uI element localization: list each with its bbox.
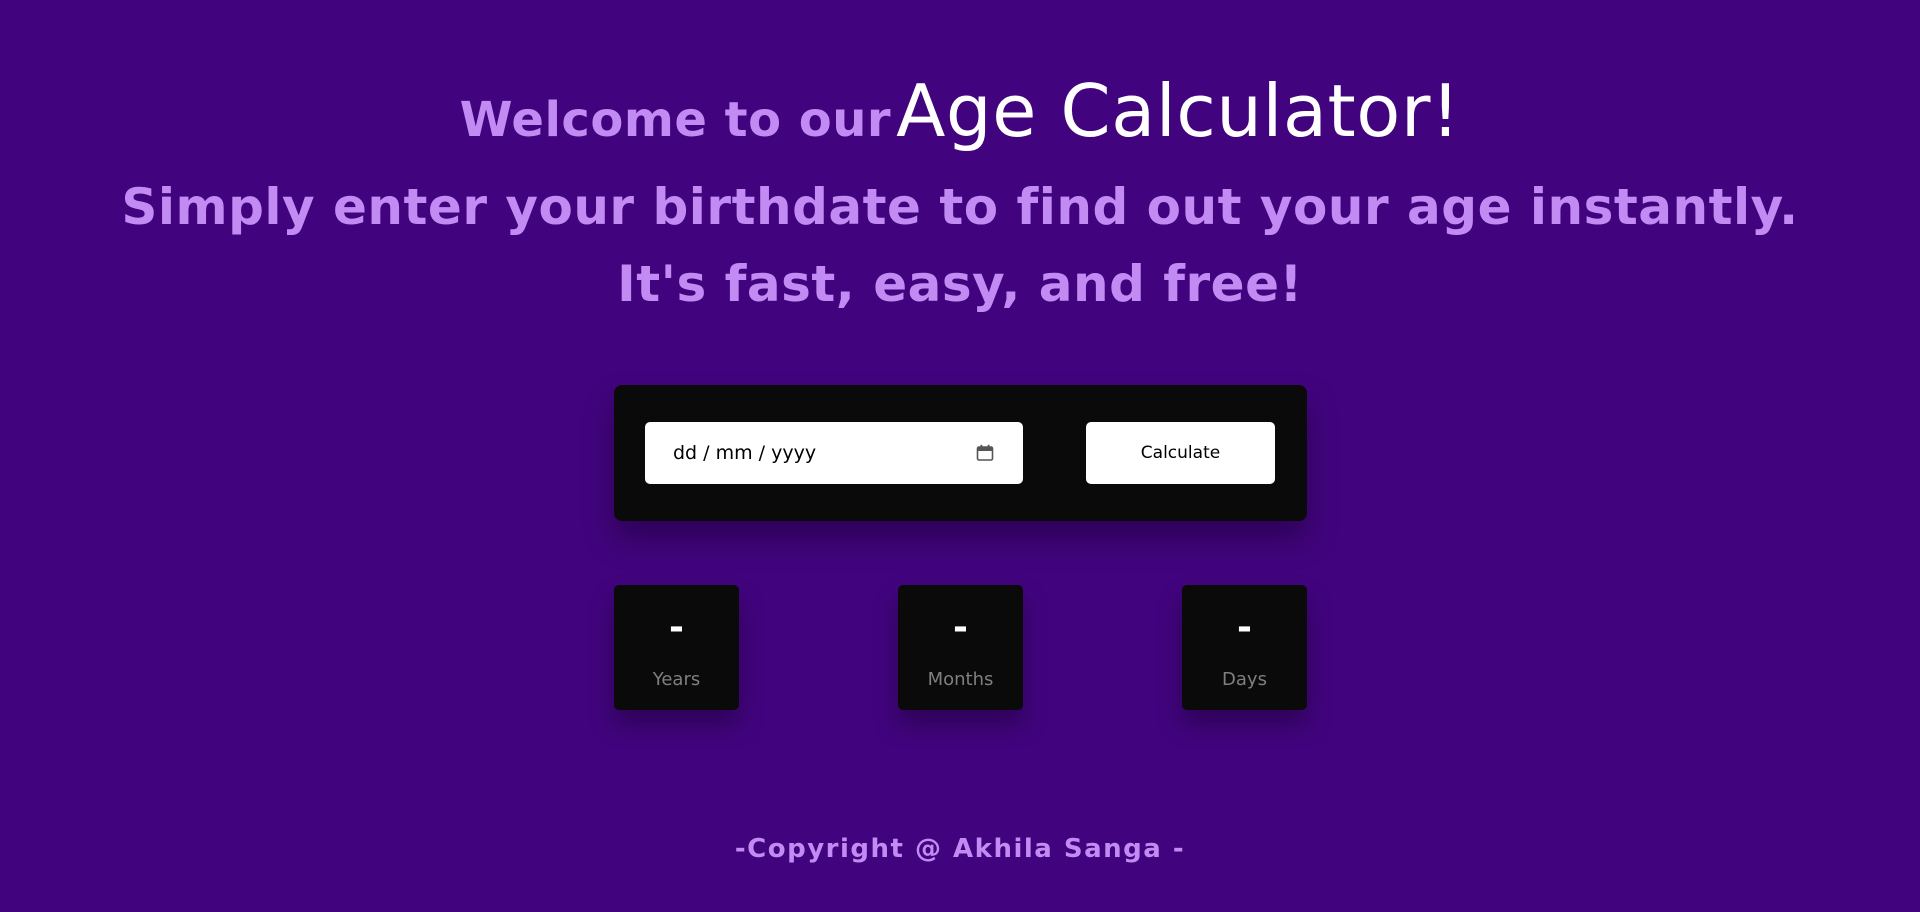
birthdate-placeholder: dd / mm / yyyy bbox=[673, 442, 817, 464]
months-label: Months bbox=[927, 669, 994, 690]
months-result-box: - Months bbox=[898, 585, 1023, 710]
birthdate-form-card: dd / mm / yyyy Calculate bbox=[614, 385, 1307, 521]
welcome-text: Welcome to our bbox=[459, 92, 892, 148]
calendar-icon[interactable] bbox=[975, 443, 995, 463]
age-calculator-page: Welcome to our Age Calculator! Simply en… bbox=[0, 0, 1920, 912]
subtitle-line-2: It's fast, easy, and free! bbox=[617, 255, 1303, 313]
calculate-button[interactable]: Calculate bbox=[1086, 422, 1275, 484]
years-result-box: - Years bbox=[614, 585, 739, 710]
subtitle-line-1: Simply enter your birthdate to find out … bbox=[121, 178, 1799, 236]
page-title: Age Calculator! bbox=[896, 69, 1461, 153]
days-label: Days bbox=[1222, 669, 1267, 690]
days-value: - bbox=[1237, 607, 1252, 648]
years-label: Years bbox=[652, 669, 701, 690]
copyright-footer: -Copyright @ Akhila Sanga - bbox=[734, 834, 1186, 864]
years-value: - bbox=[669, 607, 684, 648]
page-heading: Welcome to our Age Calculator! bbox=[0, 69, 1920, 153]
birthdate-input[interactable]: dd / mm / yyyy bbox=[645, 422, 1023, 484]
months-value: - bbox=[953, 607, 968, 648]
days-result-box: - Days bbox=[1182, 585, 1307, 710]
